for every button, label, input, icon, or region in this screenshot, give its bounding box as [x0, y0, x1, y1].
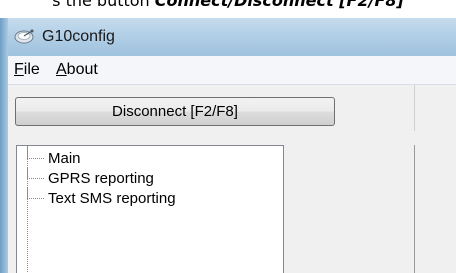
toolbar-separator: [414, 85, 415, 131]
caption-prefix: s the button: [52, 0, 155, 10]
tree-branch-icon: [27, 147, 44, 159]
menu-file-label: ile: [23, 61, 40, 78]
app-window: G10config File About Disconnect [F2/F8] …: [0, 18, 456, 273]
satellite-dish-icon: [14, 28, 36, 46]
document-caption: s the button Connect/Disconnect [F2/F8]: [0, 0, 456, 18]
title-bar[interactable]: G10config: [0, 18, 456, 56]
tree-item-text-sms-reporting[interactable]: Text SMS reporting: [27, 187, 176, 210]
window-title: G10config: [42, 28, 115, 45]
tree-item-label: Main: [48, 150, 81, 167]
menu-about[interactable]: About: [56, 61, 98, 79]
toolbar: Disconnect [F2/F8]: [8, 85, 456, 131]
disconnect-button[interactable]: Disconnect [F2/F8]: [15, 97, 335, 126]
settings-panel: [290, 145, 456, 273]
tree-branch-icon: [27, 167, 44, 179]
tree-item-label: GPRS reporting: [48, 170, 154, 187]
tree-item-label: Text SMS reporting: [48, 190, 176, 207]
client-area: File About Disconnect [F2/F8] Main GPRS …: [8, 56, 456, 273]
tree-item-gprs-reporting[interactable]: GPRS reporting: [27, 167, 154, 190]
tree-branch-icon: [27, 187, 44, 199]
menu-file[interactable]: File: [14, 61, 40, 79]
window-frame-left: [0, 18, 8, 273]
menu-file-accelerator: F: [14, 61, 24, 78]
menu-bar: File About: [8, 56, 456, 85]
settings-tree: Main GPRS reporting Text SMS reporting: [16, 145, 284, 273]
panel-divider: [414, 145, 415, 273]
menu-about-accelerator: A: [56, 61, 67, 78]
menu-about-label: bout: [66, 61, 98, 78]
caption-emphasis: Connect/Disconnect [F2/F8]: [154, 0, 404, 10]
